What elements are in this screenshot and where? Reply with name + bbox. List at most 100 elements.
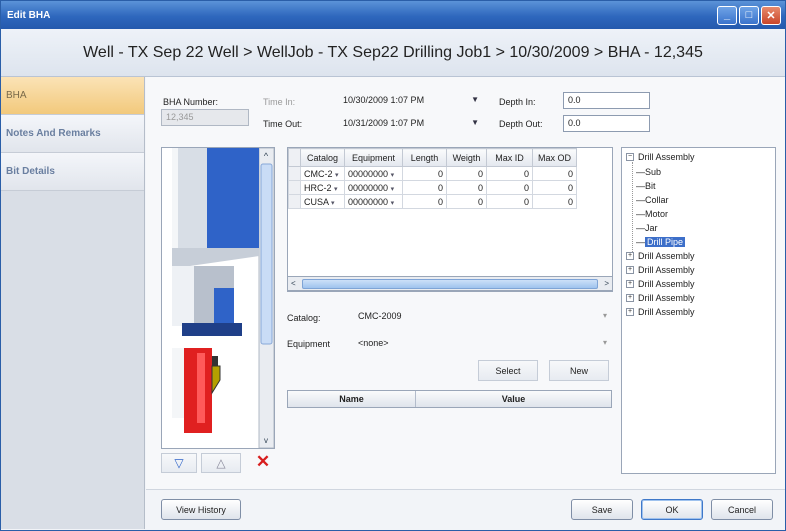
dropdown-arrow-icon[interactable]: ▼ (471, 118, 479, 127)
nav-item-bit-details[interactable]: Bit Details (1, 153, 144, 191)
depth-out-field[interactable]: 0.0 (563, 115, 650, 132)
ok-button[interactable]: OK (641, 499, 703, 520)
dropdown-arrow-icon[interactable]: ▼ (471, 95, 479, 104)
close-icon[interactable]: ✕ (761, 5, 781, 25)
value-column-header[interactable]: Value (416, 391, 611, 407)
equipment-cell[interactable]: 00000000 ▾ (344, 166, 403, 181)
equipment-label: Equipment (287, 339, 331, 349)
expand-icon[interactable]: + (626, 294, 634, 302)
max-od-cell[interactable]: 0 (532, 180, 577, 195)
weight-cell[interactable]: 0 (446, 194, 487, 209)
expand-icon[interactable]: + (626, 266, 634, 274)
max-id-cell[interactable]: 0 (486, 194, 533, 209)
table-row[interactable]: CMC-2 ▾ 00000000 ▾ 0 0 0 0 (288, 166, 577, 181)
tree-node-bit[interactable]: — Bit (636, 181, 656, 191)
column-header-max-id[interactable]: Max ID (486, 148, 533, 167)
new-button[interactable]: New (549, 360, 609, 381)
catalog-cell[interactable]: CMC-2 ▾ (300, 166, 345, 181)
expand-icon[interactable]: + (626, 252, 634, 260)
scroll-left-icon[interactable]: < (291, 279, 296, 288)
column-header-weight[interactable]: Weigth (446, 148, 487, 167)
dropdown-arrow-icon[interactable]: ▾ (331, 200, 335, 207)
max-od-cell[interactable]: 0 (532, 194, 577, 209)
cancel-button[interactable]: Cancel (711, 499, 773, 520)
tree-node-collapsed[interactable]: + Drill Assembly (626, 251, 695, 261)
scrollbar-thumb[interactable] (302, 279, 598, 289)
tree-node-jar[interactable]: — Jar (636, 223, 658, 233)
nav-item-bha[interactable]: BHA (1, 77, 144, 115)
select-button[interactable]: Select (478, 360, 538, 381)
tree-node-collar[interactable]: — Collar (636, 195, 669, 205)
tree-node-collapsed[interactable]: + Drill Assembly (626, 279, 695, 289)
nav-item-notes-and-remarks[interactable]: Notes And Remarks (1, 115, 144, 153)
tree-node-root[interactable]: − Drill Assembly (626, 152, 695, 162)
tree-node-motor[interactable]: — Motor (636, 209, 668, 219)
nav-item-label: BHA (6, 90, 27, 101)
depth-in-field[interactable]: 0.0 (563, 92, 650, 109)
max-id-cell[interactable]: 0 (486, 180, 533, 195)
column-header-equipment[interactable]: Equipment (344, 148, 403, 167)
scroll-right-icon[interactable]: > (604, 279, 609, 288)
triangle-up-icon: △ (216, 456, 226, 470)
tree-node-collapsed[interactable]: + Drill Assembly (626, 307, 695, 317)
row-header[interactable] (288, 166, 301, 181)
tree-node-collapsed[interactable]: + Drill Assembly (626, 293, 695, 303)
time-out-field[interactable]: 10/31/2009 1:07 PM ▼ (338, 115, 484, 132)
tree-node-label: Motor (645, 209, 669, 219)
dropdown-arrow-icon[interactable]: ▾ (335, 172, 339, 179)
equipment-select[interactable]: <none> ▾ (353, 335, 612, 352)
collapse-icon[interactable]: − (626, 153, 634, 161)
row-header[interactable] (288, 194, 301, 209)
tree-node-sub[interactable]: — Sub (636, 167, 661, 177)
name-value-header: Name Value (287, 390, 612, 408)
length-cell[interactable]: 0 (402, 180, 447, 195)
table-row[interactable]: HRC-2 ▾ 00000000 ▾ 0 0 0 0 (288, 180, 577, 195)
column-header-length[interactable]: Length (402, 148, 447, 167)
assembly-visual-panel: ^ v (161, 147, 275, 449)
weight-cell[interactable]: 0 (446, 166, 487, 181)
column-header-max-od[interactable]: Max OD (532, 148, 577, 167)
bha-number-field[interactable]: 12,345 (161, 109, 249, 126)
save-button[interactable]: Save (571, 499, 633, 520)
move-down-button[interactable]: ▽ (161, 453, 197, 473)
max-id-cell[interactable]: 0 (486, 166, 533, 181)
tree-node-drill-pipe[interactable]: — Drill Pipe (636, 237, 686, 247)
catalog-select[interactable]: CMC-2009 ▾ (353, 308, 612, 325)
delete-icon[interactable]: ✕ (253, 451, 273, 473)
tree-node-label: Jar (645, 223, 658, 233)
tree-node-collapsed[interactable]: + Drill Assembly (626, 265, 695, 275)
move-up-button[interactable]: △ (201, 453, 241, 473)
name-column-header[interactable]: Name (288, 391, 416, 407)
length-cell[interactable]: 0 (402, 194, 447, 209)
time-in-label: Time In: (263, 97, 296, 107)
equipment-cell[interactable]: 00000000 ▾ (344, 194, 403, 209)
dropdown-arrow-icon[interactable]: ▾ (391, 200, 395, 207)
catalog-cell[interactable]: CUSA ▾ (300, 194, 345, 209)
dropdown-arrow-icon[interactable]: ▾ (603, 338, 607, 347)
triangle-down-icon: ▽ (174, 456, 184, 470)
title-bar[interactable]: Edit BHA _ □ ✕ (1, 1, 785, 29)
view-history-button[interactable]: View History (161, 499, 241, 520)
dropdown-arrow-icon[interactable]: ▾ (603, 311, 607, 320)
table-row[interactable]: CUSA ▾ 00000000 ▾ 0 0 0 0 (288, 194, 577, 209)
tree-node-label-selected: Drill Pipe (645, 237, 686, 247)
expand-icon[interactable]: + (626, 280, 634, 288)
weight-cell[interactable]: 0 (446, 180, 487, 195)
max-od-cell[interactable]: 0 (532, 166, 577, 181)
time-in-field[interactable]: 10/30/2009 1:07 PM ▼ (338, 92, 484, 109)
minimize-icon[interactable]: _ (717, 5, 737, 25)
window-title: Edit BHA (7, 9, 51, 21)
dropdown-arrow-icon[interactable]: ▾ (391, 186, 395, 193)
catalog-cell[interactable]: HRC-2 ▾ (300, 180, 345, 195)
equipment-cell[interactable]: 00000000 ▾ (344, 180, 403, 195)
column-header-catalog[interactable]: Catalog (300, 148, 345, 167)
length-cell[interactable]: 0 (402, 166, 447, 181)
tree-node-label: Collar (645, 195, 669, 205)
maximize-icon[interactable]: □ (739, 5, 759, 25)
dropdown-arrow-icon[interactable]: ▾ (334, 186, 338, 193)
dropdown-arrow-icon[interactable]: ▾ (391, 172, 395, 179)
bha-number-label: BHA Number: (163, 97, 219, 107)
expand-icon[interactable]: + (626, 308, 634, 316)
grid-horizontal-scrollbar[interactable]: < > (287, 276, 613, 291)
row-header[interactable] (288, 180, 301, 195)
